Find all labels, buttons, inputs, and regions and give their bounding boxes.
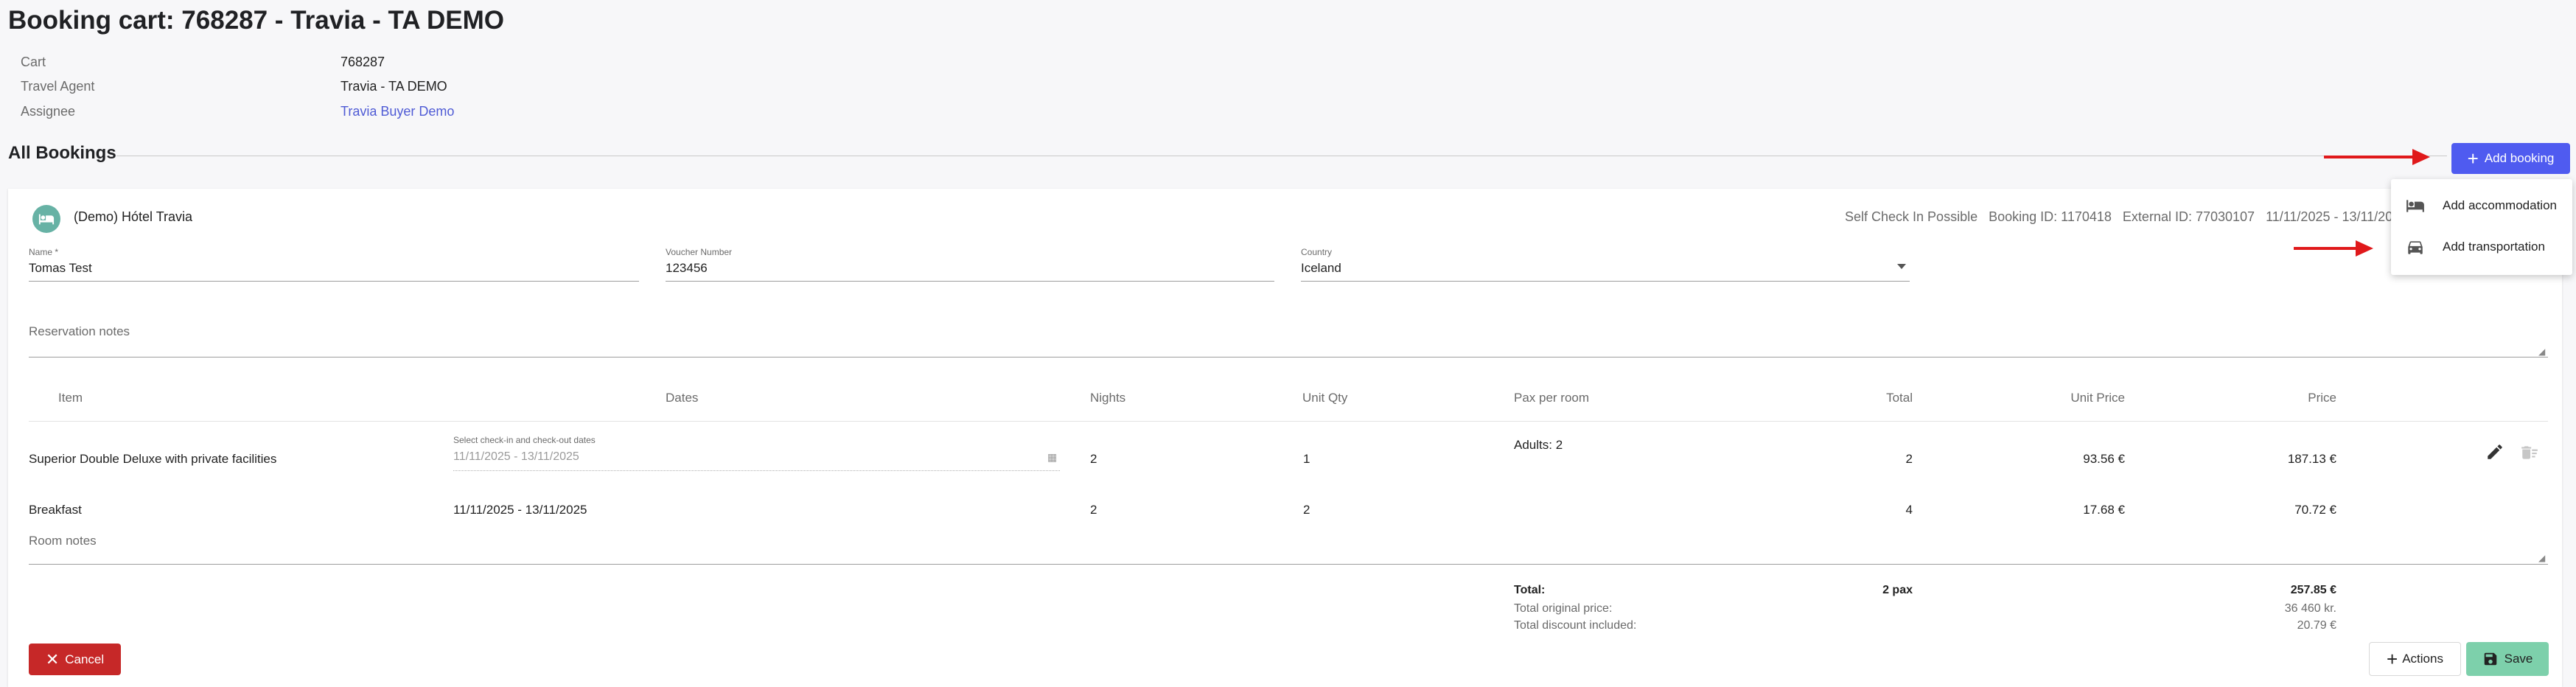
row2-total: 4	[1905, 503, 1913, 517]
cart-label: Cart	[21, 55, 46, 69]
booking-dates: 11/11/2025 - 13/11/2025	[2266, 209, 2408, 224]
bed-icon	[32, 205, 60, 233]
table-header-divider	[29, 421, 2548, 422]
row2-item: Breakfast	[29, 503, 82, 517]
voucher-underline	[666, 281, 1274, 282]
annotation-arrow-icon	[2324, 149, 2430, 165]
row2-price: 70.72 €	[2294, 503, 2336, 517]
add-booking-label: Add booking	[2484, 151, 2555, 165]
header-price: Price	[2308, 391, 2336, 405]
calendar-icon[interactable]: ▦	[1047, 451, 1057, 464]
discount-value: 20.79 €	[2297, 619, 2336, 632]
edit-icon[interactable]	[2485, 442, 2505, 465]
all-bookings-title: All Bookings	[8, 143, 116, 163]
original-price-value: 36 460 kr.	[2284, 602, 2336, 615]
header-unit-qty: Unit Qty	[1302, 391, 1348, 405]
cancel-button-label: Cancel	[65, 652, 105, 666]
assignee-link[interactable]: Travia Buyer Demo	[341, 104, 454, 119]
menu-item-add-transportation[interactable]: Add transportation	[2391, 226, 2572, 268]
header-dates: Dates	[666, 391, 699, 405]
row1-item: Superior Double Deluxe with private faci…	[29, 452, 277, 466]
original-price-label: Total original price:	[1514, 602, 1613, 615]
country-underline	[1301, 281, 1910, 282]
cancel-button[interactable]: ✕ Cancel	[29, 644, 121, 675]
room-notes-underline	[29, 564, 2548, 565]
actions-button-label: Actions	[2402, 652, 2443, 666]
save-button[interactable]: Save	[2466, 642, 2549, 676]
plus-icon: +	[2467, 147, 2479, 170]
annotation-arrow-icon	[2294, 240, 2373, 257]
header-item: Item	[58, 391, 83, 405]
add-booking-button[interactable]: + Add booking	[2451, 143, 2570, 174]
row1-price: 187.13 €	[2287, 452, 2336, 466]
row1-unit-price: 93.56 €	[2083, 452, 2125, 466]
cart-value: 768287	[341, 55, 385, 69]
header-unit-price: Unit Price	[2070, 391, 2125, 405]
plus-icon: +	[2387, 648, 2398, 670]
menu-item-add-accommodation[interactable]: Add accommodation	[2391, 185, 2572, 226]
save-icon	[2484, 652, 2496, 666]
resize-handle-icon[interactable]: ◢	[2538, 346, 2545, 357]
assignee-label: Assignee	[21, 104, 76, 119]
row1-date-picker[interactable]: 11/11/2025 - 13/11/2025	[453, 450, 579, 464]
name-label: Name *	[29, 247, 59, 257]
country-label: Country	[1301, 247, 1333, 257]
row1-nights: 2	[1090, 452, 1097, 466]
reservation-notes-underline	[29, 357, 2548, 358]
delete-icon[interactable]	[2520, 443, 2539, 466]
voucher-input[interactable]: 123456	[666, 261, 1274, 276]
self-check-in-text: Self Check In Possible	[1845, 209, 1978, 224]
row1-date-underline	[453, 470, 1060, 471]
row2-unit-qty: 2	[1303, 503, 1310, 517]
booking-id: Booking ID: 1170418	[1989, 209, 2112, 224]
actions-button[interactable]: + Actions	[2369, 642, 2461, 676]
row1-date-picker-label: Select check-in and check-out dates	[453, 435, 596, 445]
row2-dates: 11/11/2025 - 13/11/2025	[453, 503, 587, 517]
name-underline	[29, 281, 639, 282]
reservation-notes-input[interactable]: Reservation notes	[29, 324, 130, 339]
row1-total: 2	[1905, 452, 1913, 466]
close-icon: ✕	[45, 649, 60, 669]
voucher-label: Voucher Number	[666, 247, 733, 257]
row2-nights: 2	[1090, 503, 1097, 517]
save-button-label: Save	[2504, 652, 2533, 666]
hotel-name: (Demo) Hótel Travia	[74, 209, 193, 224]
row1-unit-qty: 1	[1303, 452, 1310, 466]
page-title: Booking cart: 768287 - Travia - TA DEMO	[8, 6, 504, 35]
room-notes-resize-icon[interactable]: ◢	[2538, 553, 2545, 563]
name-input[interactable]: Tomas Test	[29, 261, 639, 276]
car-icon	[2408, 241, 2423, 254]
total-label: Total:	[1514, 584, 1546, 596]
header-total: Total	[1886, 391, 1913, 405]
add-booking-menu: Add accommodation Add transportation	[2391, 179, 2572, 275]
travel-agent-label: Travel Agent	[21, 79, 95, 94]
menu-item-transportation-label: Add transportation	[2443, 240, 2545, 254]
travel-agent-value: Travia - TA DEMO	[341, 79, 447, 94]
header-pax-per-room: Pax per room	[1514, 391, 1590, 405]
total-value: 257.85 €	[2290, 584, 2336, 596]
row1-pax: Adults: 2	[1514, 438, 1563, 452]
chevron-down-icon[interactable]	[1897, 264, 1906, 269]
header-nights: Nights	[1090, 391, 1126, 405]
discount-label: Total discount included:	[1514, 619, 1637, 632]
total-pax: 2 pax	[1882, 584, 1913, 596]
external-id: External ID: 77030107	[2122, 209, 2255, 224]
room-notes-input[interactable]: Room notes	[29, 534, 97, 548]
menu-item-accommodation-label: Add accommodation	[2443, 198, 2557, 212]
row2-unit-price: 17.68 €	[2083, 503, 2125, 517]
bed-icon	[2406, 200, 2424, 212]
booking-meta: Self Check In Possible Booking ID: 11704…	[1845, 209, 2407, 225]
country-select[interactable]: Iceland	[1301, 261, 1910, 276]
